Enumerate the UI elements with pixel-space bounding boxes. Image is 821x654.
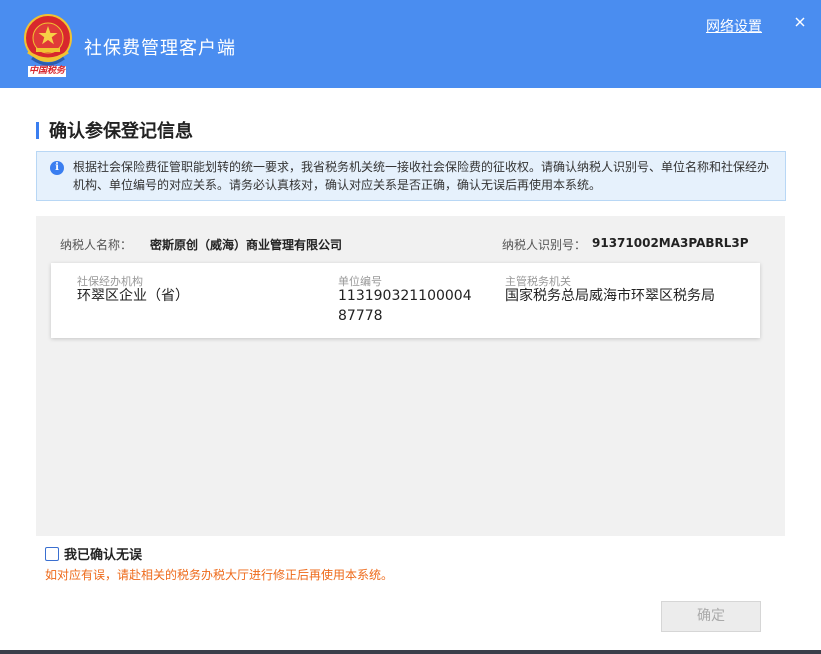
section-header: 确认参保登记信息: [36, 118, 193, 142]
close-icon[interactable]: [792, 14, 808, 30]
info-icon: i: [50, 161, 64, 175]
confirm-checkbox-row[interactable]: 我已确认无误: [45, 544, 142, 563]
unit-number-line1: 113190321100004: [338, 288, 472, 304]
page-title: 确认参保登记信息: [49, 121, 193, 142]
taxpayer-id: 91371002MA3PABRL3P: [592, 236, 749, 250]
accent-bar: [36, 121, 39, 139]
title-bar: 中国税务 社保费管理客户端 网络设置: [0, 0, 821, 88]
info-notice: i 根据社会保险费征管职能划转的统一要求，我省税务机关统一接收社会保险费的征收权…: [36, 151, 786, 201]
notice-text: 根据社会保险费征管职能划转的统一要求，我省税务机关统一接收社会保险费的征收权。请…: [73, 160, 770, 192]
taxpayer-id-label: 纳税人识别号：: [502, 238, 587, 252]
app-title: 社保费管理客户端: [84, 38, 236, 59]
taxpayer-name-label: 纳税人名称：: [60, 238, 133, 252]
registration-card: 社保经办机构 环翠区企业（省） 单位编号 113190321100004 877…: [51, 263, 760, 338]
unit-number-line2: 87778: [338, 308, 383, 324]
taxpayer-name: 密斯原创（威海）商业管理有限公司: [150, 238, 343, 252]
confirm-checkbox-label[interactable]: 我已确认无误: [64, 544, 142, 563]
warning-text: 如对应有误，请赴相关的税务办税大厅进行修正后再使用本系统。: [45, 568, 394, 582]
network-settings-link[interactable]: 网络设置: [706, 16, 762, 36]
confirm-button[interactable]: 确定: [661, 601, 761, 632]
agency-value: 环翠区企业（省）: [77, 288, 189, 304]
window-bottom-edge: [0, 650, 821, 654]
logo-caption: 中国税务: [28, 66, 67, 77]
registration-panel: 纳税人名称： 密斯原创（威海）商业管理有限公司 纳税人识别号： 91371002…: [36, 216, 785, 536]
tax-office-value: 国家税务总局威海市环翠区税务局: [505, 288, 715, 304]
confirm-checkbox[interactable]: [45, 546, 59, 561]
